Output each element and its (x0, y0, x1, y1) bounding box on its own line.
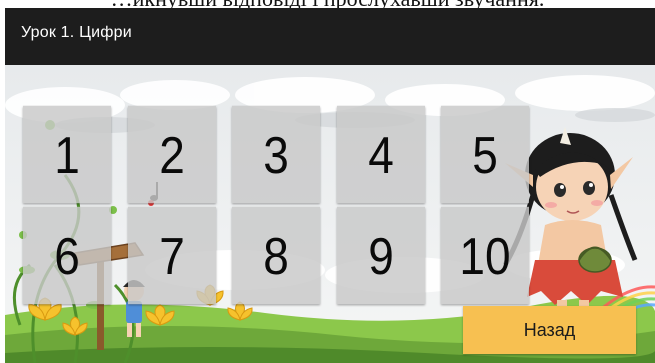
digit-tile-5[interactable]: 5 (441, 105, 529, 204)
app-window: Урок 1. Цифри 1 2 3 4 5 6 7 8 9 10 Назад (5, 8, 655, 363)
back-button-label: Назад (523, 319, 576, 340)
digit-label: 10 (459, 226, 511, 285)
title-bar: Урок 1. Цифри (5, 8, 655, 65)
digit-label: 7 (159, 226, 185, 285)
digit-tile-9[interactable]: 9 (337, 206, 425, 305)
digit-tile-1[interactable]: 1 (23, 105, 111, 204)
back-button[interactable]: Назад (463, 306, 636, 354)
digit-tile-10[interactable]: 10 (441, 206, 529, 305)
digit-tile-7[interactable]: 7 (128, 206, 216, 305)
lesson-instruction-caption: …икнувши відповіді і прослухавши звучанн… (0, 0, 655, 11)
digit-tile-6[interactable]: 6 (23, 206, 111, 305)
digit-tile-3[interactable]: 3 (232, 105, 320, 204)
digit-label: 9 (368, 226, 394, 285)
digit-tile-4[interactable]: 4 (337, 105, 425, 204)
digit-tile-2[interactable]: 2 (128, 105, 216, 204)
digit-label: 5 (472, 125, 498, 184)
digit-label: 2 (159, 125, 185, 184)
digit-tile-8[interactable]: 8 (232, 206, 320, 305)
digit-label: 1 (54, 125, 80, 184)
digit-label: 4 (368, 125, 394, 184)
digit-label: 6 (54, 226, 80, 285)
digit-label: 3 (263, 125, 289, 184)
page-title: Урок 1. Цифри (21, 24, 132, 41)
digit-label: 8 (263, 226, 289, 285)
